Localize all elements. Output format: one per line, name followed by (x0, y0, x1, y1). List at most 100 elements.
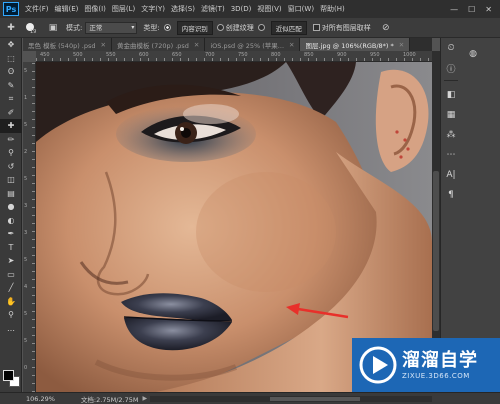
more-tools-icon[interactable]: … (0, 322, 22, 336)
character-panel-icon[interactable]: A| (443, 167, 459, 183)
menu-type[interactable]: 文字(Y) (141, 4, 165, 14)
menu-edit[interactable]: 编辑(E) (55, 4, 79, 14)
sample-all-layers-label: 对所有图层取样 (321, 23, 371, 32)
horizontal-scrollbar[interactable] (150, 396, 432, 402)
ruler-tick-label: 1 (24, 95, 28, 101)
pen-tool-icon[interactable]: ✒ (0, 227, 22, 241)
photoshop-logo: Ps (3, 2, 19, 16)
healing-brush-icon[interactable]: ✚ (4, 21, 18, 35)
type-create-texture-label: 创建纹理 (225, 23, 254, 32)
move-tool-icon[interactable]: ✥ (0, 38, 22, 52)
paths-panel-icon[interactable]: ⋯ (443, 147, 459, 163)
history-brush-tool-icon[interactable]: ↺ (0, 160, 22, 174)
path-select-tool-icon[interactable]: ➤ (0, 254, 22, 268)
watermark-url: ZIXUE.3D66.COM (402, 372, 470, 380)
close-button[interactable]: ✕ (485, 5, 492, 14)
checkbox-box (312, 24, 320, 31)
hand-tool-icon[interactable]: ✋ (0, 295, 22, 309)
channels-panel-icon[interactable]: ▦ (443, 107, 459, 123)
ruler-tick-label: 450 (40, 52, 50, 58)
watermark: 溜溜自学 ZIXUE.3D66.COM (352, 338, 500, 392)
close-icon[interactable]: ✕ (289, 41, 294, 49)
watermark-name: 溜溜自学 (402, 350, 478, 371)
ruler-tick-label: 1000 (403, 52, 416, 58)
ruler-tick-label: 700 (205, 52, 215, 58)
swatches-icon: ◍ (469, 49, 477, 59)
sample-all-layers-checkbox[interactable]: 对所有图层取样 (312, 23, 371, 33)
paragraph-panel-icon[interactable]: ¶ (443, 187, 459, 203)
blur-tool-icon[interactable]: ● (0, 200, 22, 214)
ruler-tick-label: 650 (172, 52, 182, 58)
menu-image[interactable]: 图像(I) (84, 4, 106, 14)
scroll-thumb[interactable] (433, 171, 439, 331)
window-controls: — ☐ ✕ (450, 5, 492, 14)
tab-document-3[interactable]: iOS.psd @ 25% (苹果... ✕ (205, 38, 301, 51)
ruler-tick-label: 5 (24, 122, 28, 128)
horizontal-ruler: 450 500 550 600 650 700 750 800 850 900 950 1000 (36, 51, 432, 62)
brush-tool-icon[interactable]: ✏ (0, 133, 22, 147)
menu-file[interactable]: 文件(F) (25, 4, 49, 14)
eraser-tool-icon[interactable]: ◫ (0, 173, 22, 187)
close-icon[interactable]: ✕ (194, 41, 199, 49)
close-icon[interactable]: ✕ (399, 41, 404, 49)
ruler-tick-label: 5 (24, 176, 28, 182)
type-tool-icon[interactable]: T (0, 241, 22, 255)
color-swatches[interactable] (3, 370, 21, 388)
brush-presets-icon[interactable]: ⁂ (443, 127, 459, 143)
gradient-tool-icon[interactable]: ▤ (0, 187, 22, 201)
brush-size-picker[interactable]: 19 (24, 21, 42, 35)
scroll-thumb[interactable] (270, 397, 360, 401)
ruler-tick-label: 550 (106, 52, 116, 58)
status-menu-arrow-icon[interactable]: ▶ (142, 395, 147, 402)
dodge-tool-icon[interactable]: ◐ (0, 214, 22, 228)
menu-help[interactable]: 帮助(H) (320, 4, 345, 14)
watermark-text: 溜溜自学 ZIXUE.3D66.COM (402, 350, 478, 380)
menu-layer[interactable]: 图层(L) (112, 4, 135, 14)
info-panel-icon[interactable]: ⓘ (443, 60, 459, 76)
minimize-button[interactable]: — (450, 5, 458, 14)
status-bar: 106.29% 文档:2.75M/2.75M ▶ (0, 392, 500, 404)
radio-dot (216, 24, 224, 31)
quick-select-tool-icon[interactable]: ✎ (0, 79, 22, 93)
tab-document-active[interactable]: 图层.jpg @ 106%(RGB/8*) * ✕ (300, 38, 411, 51)
swatches-panel-button[interactable]: ◍ (465, 46, 499, 66)
menu-filter[interactable]: 滤镜(T) (201, 4, 225, 14)
menu-window[interactable]: 窗口(W) (288, 4, 314, 14)
ruler-tick-label: 800 (271, 52, 281, 58)
ruler-tick-label: 0 (24, 365, 28, 371)
menu-view[interactable]: 视图(V) (257, 4, 281, 14)
ruler-tick-label: 600 (139, 52, 149, 58)
shape-tool-icon[interactable]: ▭ (0, 268, 22, 282)
tab-label: iOS.psd @ 25% (苹果... (210, 41, 285, 50)
ruler-tick-label: 2 (24, 149, 28, 155)
history-panel-icon[interactable]: ⏲ (443, 40, 459, 56)
type-content-aware-radio[interactable]: 内容识别 (163, 20, 213, 35)
ruler-tick-label: 950 (370, 52, 380, 58)
tab-label: 图层.jpg @ 106%(RGB/8*) * (305, 41, 394, 50)
zoom-level[interactable]: 106.29% (26, 395, 55, 403)
type-proximity-match-radio[interactable]: 近似匹配 (257, 20, 307, 35)
marquee-tool-icon[interactable]: ⬚ (0, 52, 22, 66)
foreground-color-swatch[interactable] (3, 370, 14, 381)
type-create-texture-radio[interactable]: 创建纹理 (216, 23, 254, 33)
menu-select[interactable]: 选择(S) (171, 4, 195, 14)
line-tool-icon[interactable]: ╱ (0, 281, 22, 295)
eyedropper-tool-icon[interactable]: ✐ (0, 106, 22, 120)
close-icon[interactable]: ✕ (101, 41, 106, 49)
brush-settings-icon[interactable]: ▣ (46, 21, 60, 35)
zoom-tool-icon[interactable]: ⚲ (0, 308, 22, 322)
tab-document-2[interactable]: 黄金曲模板 (720p) .psd ✕ (111, 38, 206, 51)
healing-brush-tool-icon[interactable]: ✚ (0, 119, 22, 133)
lasso-tool-icon[interactable]: ʘ (0, 65, 22, 79)
maximize-button[interactable]: ☐ (468, 5, 475, 14)
menu-3d[interactable]: 3D(D) (231, 5, 252, 13)
layers-panel-icon[interactable]: ◧ (443, 87, 459, 103)
clone-stamp-tool-icon[interactable]: ⚲ (0, 146, 22, 160)
tab-document-1[interactable]: 黑色 模板 (540p) .psd ✕ (23, 38, 112, 51)
pressure-icon[interactable]: ⊘ (379, 21, 393, 35)
radio-dot (257, 24, 265, 31)
panel-icons-column: ⏲ ⓘ ◧ ▦ ⁂ ⋯ A| ¶ (443, 40, 459, 207)
mode-select[interactable]: 正常 (85, 21, 138, 34)
crop-tool-icon[interactable]: ⌗ (0, 92, 22, 106)
play-logo-icon (359, 346, 397, 384)
